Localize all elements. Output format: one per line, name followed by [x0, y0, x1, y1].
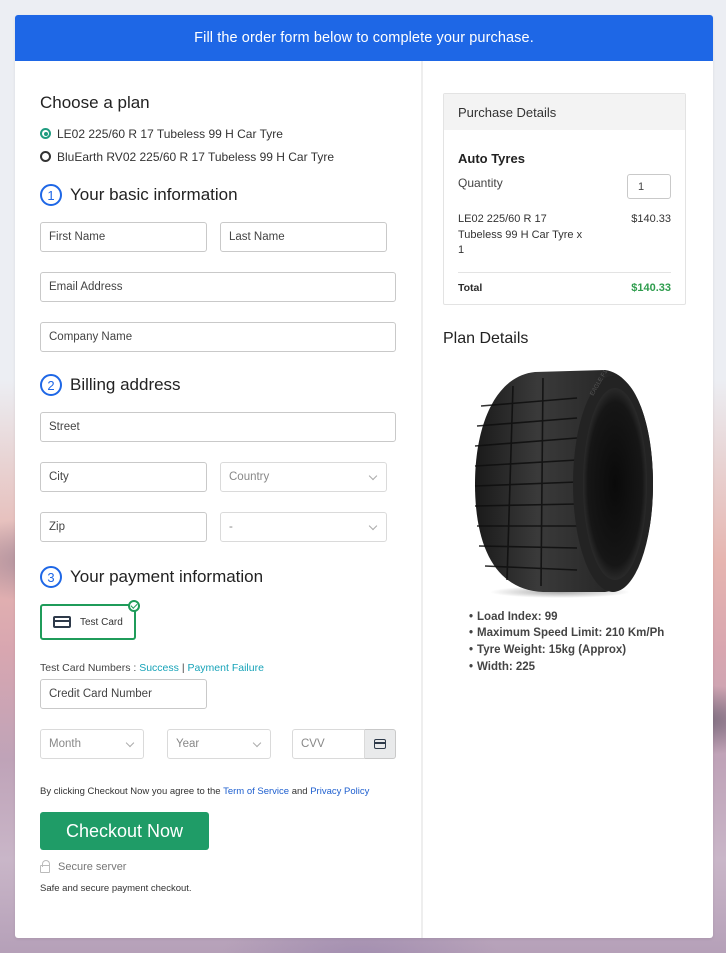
first-name-input[interactable]: First Name — [40, 222, 207, 252]
radio-unselected-icon[interactable] — [40, 151, 51, 162]
street-input[interactable]: Street — [40, 412, 396, 442]
card-number-input[interactable]: Credit Card Number — [40, 679, 207, 709]
step-number-icon: 3 — [40, 566, 62, 588]
section-title: Your basic information — [70, 185, 238, 204]
cvv-input[interactable]: CVV — [292, 729, 365, 759]
terms-and: and — [291, 786, 308, 797]
payment-heading: 3 Your payment information — [40, 566, 421, 588]
checkout-now-button[interactable]: Checkout Now — [40, 812, 209, 850]
radio-selected-icon[interactable] — [40, 128, 51, 139]
total-amount: $140.33 — [631, 282, 671, 294]
secure-server: Secure server — [40, 860, 421, 873]
payment-method-label: Test Card — [80, 616, 123, 628]
product-name: Auto Tyres — [458, 151, 525, 166]
safe-checkout-text: Safe and secure payment checkout. — [40, 883, 192, 894]
chevron-down-icon — [368, 521, 378, 531]
line-item: LE02 225/60 R 17 Tubeless 99 H Car Tyre … — [458, 212, 671, 273]
line-item-price: $140.33 — [631, 213, 671, 225]
feature-item: Tyre Weight: 15kg (Approx) — [469, 642, 713, 659]
last-name-input[interactable]: Last Name — [220, 222, 387, 252]
tyre-icon: EAGLE F1 — [474, 368, 653, 598]
plan-option-le02[interactable]: LE02 225/60 R 17 Tubeless 99 H Car Tyre — [40, 122, 421, 145]
cvv-card-addon — [365, 729, 396, 759]
credit-card-icon — [374, 739, 386, 749]
terms-text: By clicking Checkout Now you agree to th… — [40, 786, 421, 797]
basic-info-heading: 1 Your basic information — [40, 184, 421, 206]
plan-option-bluearth[interactable]: BluEarth RV02 225/60 R 17 Tubeless 99 H … — [40, 145, 421, 168]
terms-of-service-link[interactable]: Term of Service — [223, 786, 289, 797]
total-row: Total $140.33 — [458, 273, 671, 304]
plan-features-list: Load Index: 99 Maximum Speed Limit: 210 … — [469, 609, 713, 676]
cvv-group: CVV — [292, 729, 396, 759]
privacy-policy-link[interactable]: Privacy Policy — [310, 786, 369, 797]
chevron-down-icon — [252, 738, 262, 748]
tyre-image: EAGLE F1 — [465, 366, 665, 601]
plan-option-label: LE02 225/60 R 17 Tubeless 99 H Car Tyre — [57, 126, 283, 141]
feature-item: Width: 225 — [469, 659, 713, 676]
chevron-down-icon — [368, 471, 378, 481]
year-select-value: Year — [176, 738, 200, 750]
order-form: Choose a plan LE02 225/60 R 17 Tubeless … — [15, 61, 423, 938]
company-input[interactable]: Company Name — [40, 322, 396, 352]
step-number-icon: 2 — [40, 374, 62, 396]
plan-option-label: BluEarth RV02 225/60 R 17 Tubeless 99 H … — [57, 149, 335, 164]
credit-card-icon — [53, 616, 71, 628]
test-numbers-label: Test Card Numbers : — [40, 662, 137, 674]
month-select-value: Month — [49, 738, 81, 750]
feature-item: Maximum Speed Limit: 210 Km/Ph — [469, 625, 713, 642]
email-input[interactable]: Email Address — [40, 272, 396, 302]
zip-input[interactable]: Zip — [40, 512, 207, 542]
checkout-card: Fill the order form below to complete yo… — [15, 15, 713, 938]
month-select[interactable]: Month — [40, 729, 144, 759]
plan-details-heading: Plan Details — [443, 329, 529, 347]
lock-icon — [40, 860, 50, 873]
purchase-details-box: Purchase Details Auto Tyres Quantity 1 L… — [443, 93, 686, 305]
year-select[interactable]: Year — [167, 729, 271, 759]
chevron-down-icon — [125, 738, 135, 748]
terms-prefix: By clicking Checkout Now you agree to th… — [40, 786, 221, 797]
line-item-description: LE02 225/60 R 17 Tubeless 99 H Car Tyre … — [458, 213, 583, 256]
feature-item: Load Index: 99 — [469, 609, 713, 626]
test-card-numbers: Test Card Numbers : Success | Payment Fa… — [40, 662, 421, 674]
total-label: Total — [458, 282, 483, 294]
city-input[interactable]: City — [40, 462, 207, 492]
state-select-value: - — [229, 521, 233, 533]
country-select[interactable]: Country — [220, 462, 387, 492]
quantity-input[interactable]: 1 — [627, 174, 671, 199]
secure-server-label: Secure server — [58, 861, 127, 873]
step-number-icon: 1 — [40, 184, 62, 206]
purchase-details-heading: Purchase Details — [444, 94, 685, 130]
section-title: Billing address — [70, 375, 181, 394]
quantity-label: Quantity — [458, 176, 503, 190]
test-card-option[interactable]: Test Card — [40, 600, 140, 640]
link-separator: | — [181, 662, 185, 674]
check-circle-icon — [128, 600, 140, 612]
payment-failure-link[interactable]: Payment Failure — [187, 662, 263, 674]
country-select-value: Country — [229, 471, 270, 483]
success-link[interactable]: Success — [139, 662, 179, 674]
order-summary: Purchase Details Auto Tyres Quantity 1 L… — [423, 61, 713, 938]
billing-heading: 2 Billing address — [40, 374, 421, 396]
section-title: Your payment information — [70, 567, 264, 586]
state-select[interactable]: - — [220, 512, 387, 542]
header-banner: Fill the order form below to complete yo… — [15, 15, 713, 61]
choose-plan-heading: Choose a plan — [40, 93, 150, 112]
